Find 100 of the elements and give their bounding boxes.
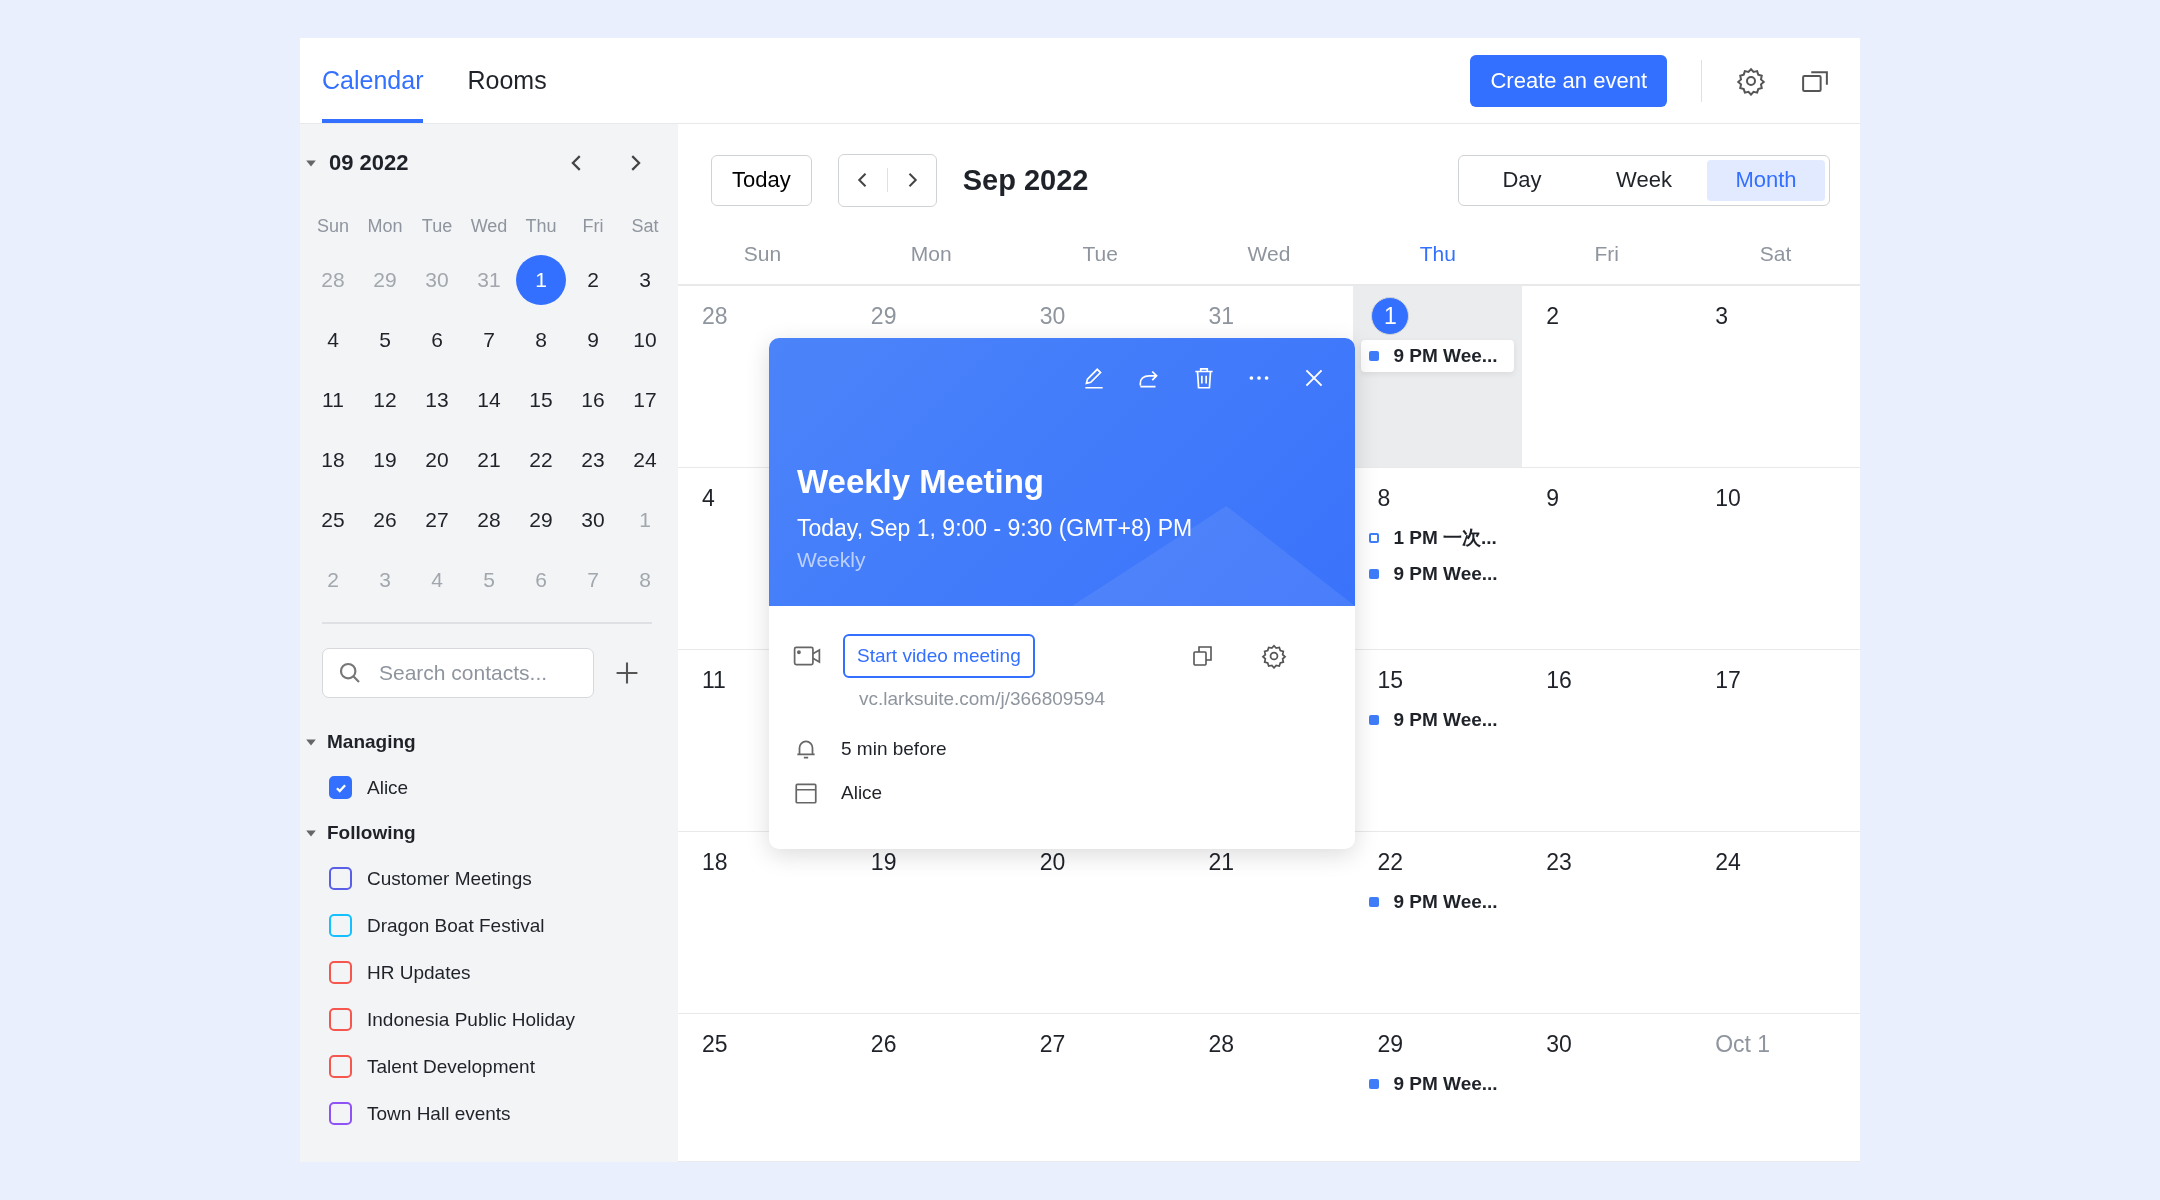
tab[interactable]: Rooms bbox=[467, 38, 547, 123]
date-cell[interactable]: 29 bbox=[516, 495, 566, 545]
event-chip[interactable]: 9 PM Wee... bbox=[1361, 558, 1515, 590]
weekday-label: Sat bbox=[630, 215, 660, 238]
day-number: 31 bbox=[1208, 302, 1236, 331]
weekday-label: Mon bbox=[366, 215, 404, 238]
date-cell[interactable]: 13 bbox=[412, 375, 462, 425]
date-cell[interactable]: 4 bbox=[308, 315, 358, 365]
date-cell[interactable]: 9 bbox=[568, 315, 618, 365]
event-title: Weekly Meeting bbox=[797, 463, 1045, 501]
view-tab[interactable]: Week bbox=[1585, 159, 1703, 201]
event-time: Today, Sep 1, 9:00 - 9:30 (GMT+8) PM bbox=[797, 515, 1194, 542]
calendar-name: Customer Meetings bbox=[367, 867, 532, 890]
date-cell[interactable]: 10 bbox=[620, 315, 670, 365]
weekday-label: Sun bbox=[316, 215, 350, 238]
search-icon bbox=[338, 661, 362, 685]
weekday-label: Sun bbox=[742, 241, 783, 267]
date-cell[interactable]: 17 bbox=[620, 375, 670, 425]
date-cell[interactable]: 7 bbox=[464, 315, 514, 365]
date-cell[interactable]: 1 bbox=[516, 255, 566, 305]
checkbox[interactable] bbox=[329, 1008, 352, 1031]
date-cell[interactable]: 5 bbox=[360, 315, 410, 365]
day-number: 22 bbox=[1377, 848, 1404, 877]
calendar-name: Town Hall events bbox=[367, 1102, 511, 1125]
calendar-icon bbox=[793, 780, 819, 806]
day-number: 16 bbox=[1546, 666, 1573, 695]
day-number: 10 bbox=[1715, 484, 1742, 513]
weekday-label: Wed bbox=[469, 215, 509, 238]
calendar-owner: Alice bbox=[841, 782, 883, 804]
day-number: 25 bbox=[702, 1030, 729, 1059]
weekday-label: Tue bbox=[420, 215, 454, 238]
day-number: 29 bbox=[1377, 1030, 1404, 1059]
weekday-label: Thu bbox=[524, 215, 558, 238]
add-icon[interactable] bbox=[614, 660, 640, 686]
checkbox[interactable] bbox=[329, 961, 352, 984]
day-number: 2 bbox=[1546, 302, 1561, 331]
calendar-name: Dragon Boat Festival bbox=[367, 914, 545, 937]
checkbox[interactable] bbox=[329, 1055, 352, 1078]
date-cell[interactable]: 11 bbox=[308, 375, 358, 425]
calendar-name: Indonesia Public Holiday bbox=[367, 1008, 576, 1031]
day-number: 8 bbox=[1377, 484, 1392, 513]
weekday-label: Mon bbox=[909, 241, 953, 267]
day-number: 19 bbox=[870, 848, 898, 877]
date-cell[interactable]: 23 bbox=[568, 435, 618, 485]
day-number: 9 bbox=[1546, 484, 1561, 513]
calendar-name: Alice bbox=[367, 776, 409, 799]
date-cell[interactable]: 20 bbox=[412, 435, 462, 485]
date-cell[interactable]: 6 bbox=[412, 315, 462, 365]
date-cell[interactable]: 27 bbox=[412, 495, 462, 545]
day-number: 24 bbox=[1715, 848, 1742, 877]
date-cell[interactable]: 18 bbox=[308, 435, 358, 485]
today-button[interactable]: Today bbox=[711, 154, 812, 206]
date-cell[interactable]: 26 bbox=[360, 495, 410, 545]
date-cell[interactable]: 15 bbox=[516, 375, 566, 425]
event-chip[interactable]: 9 PM Wee... bbox=[1361, 340, 1515, 372]
date-cell[interactable]: 22 bbox=[516, 435, 566, 485]
video-camera-icon bbox=[793, 645, 821, 667]
checkbox[interactable] bbox=[329, 1102, 352, 1125]
weekday-label: Sat bbox=[1758, 241, 1793, 267]
date-cell[interactable]: 2 bbox=[568, 255, 618, 305]
day-number: 23 bbox=[1546, 848, 1573, 877]
date-cell[interactable]: 3 bbox=[620, 255, 670, 305]
day-number: 20 bbox=[1039, 848, 1067, 877]
event-chip[interactable]: 1 PM 一次... bbox=[1361, 522, 1515, 554]
date-cell[interactable]: 30 bbox=[568, 495, 618, 545]
day-number: Oct 1 bbox=[1715, 1030, 1771, 1059]
settings-icon[interactable] bbox=[1736, 65, 1766, 96]
create-event-button[interactable]: Create an event bbox=[1470, 54, 1667, 107]
date-cell[interactable]: 16 bbox=[568, 375, 618, 425]
date-cell[interactable]: 21 bbox=[464, 435, 514, 485]
day-number: 28 bbox=[702, 302, 729, 331]
date-cell[interactable]: 24 bbox=[620, 435, 670, 485]
event-chip[interactable]: 9 PM Wee... bbox=[1361, 704, 1515, 736]
copy-icon[interactable] bbox=[1191, 644, 1215, 668]
settings-icon[interactable] bbox=[1261, 643, 1287, 669]
date-cell[interactable]: 8 bbox=[516, 315, 566, 365]
day-number: 15 bbox=[1377, 666, 1404, 695]
view-tab[interactable]: Day bbox=[1463, 159, 1581, 201]
search-field[interactable]: Search contacts... bbox=[322, 648, 594, 698]
checkbox[interactable] bbox=[329, 867, 352, 890]
checkbox[interactable] bbox=[329, 776, 352, 799]
weekday-label: Fri bbox=[581, 215, 605, 238]
checkbox[interactable] bbox=[329, 914, 352, 937]
start-video-meeting-button[interactable]: Start video meeting bbox=[843, 634, 1035, 678]
weekday-label: Thu bbox=[1418, 241, 1457, 267]
date-cell[interactable]: 14 bbox=[464, 375, 514, 425]
event-chip[interactable]: 9 PM Wee... bbox=[1361, 886, 1515, 918]
day-number: 27 bbox=[1039, 1030, 1067, 1059]
view-tab[interactable]: Month bbox=[1707, 159, 1825, 201]
day-number: 18 bbox=[702, 848, 729, 877]
day-number: 29 bbox=[870, 302, 898, 331]
date-cell[interactable]: 19 bbox=[360, 435, 410, 485]
date-cell[interactable]: 25 bbox=[308, 495, 358, 545]
event-chip[interactable]: 9 PM Wee... bbox=[1361, 1068, 1515, 1100]
calendar-name: HR Updates bbox=[367, 961, 471, 984]
date-cell[interactable]: 28 bbox=[464, 495, 514, 545]
calendar-name: Talent Development bbox=[367, 1055, 535, 1078]
weekday-label: Tue bbox=[1081, 241, 1119, 267]
day-number: 28 bbox=[1208, 1030, 1236, 1059]
date-cell[interactable]: 12 bbox=[360, 375, 410, 425]
